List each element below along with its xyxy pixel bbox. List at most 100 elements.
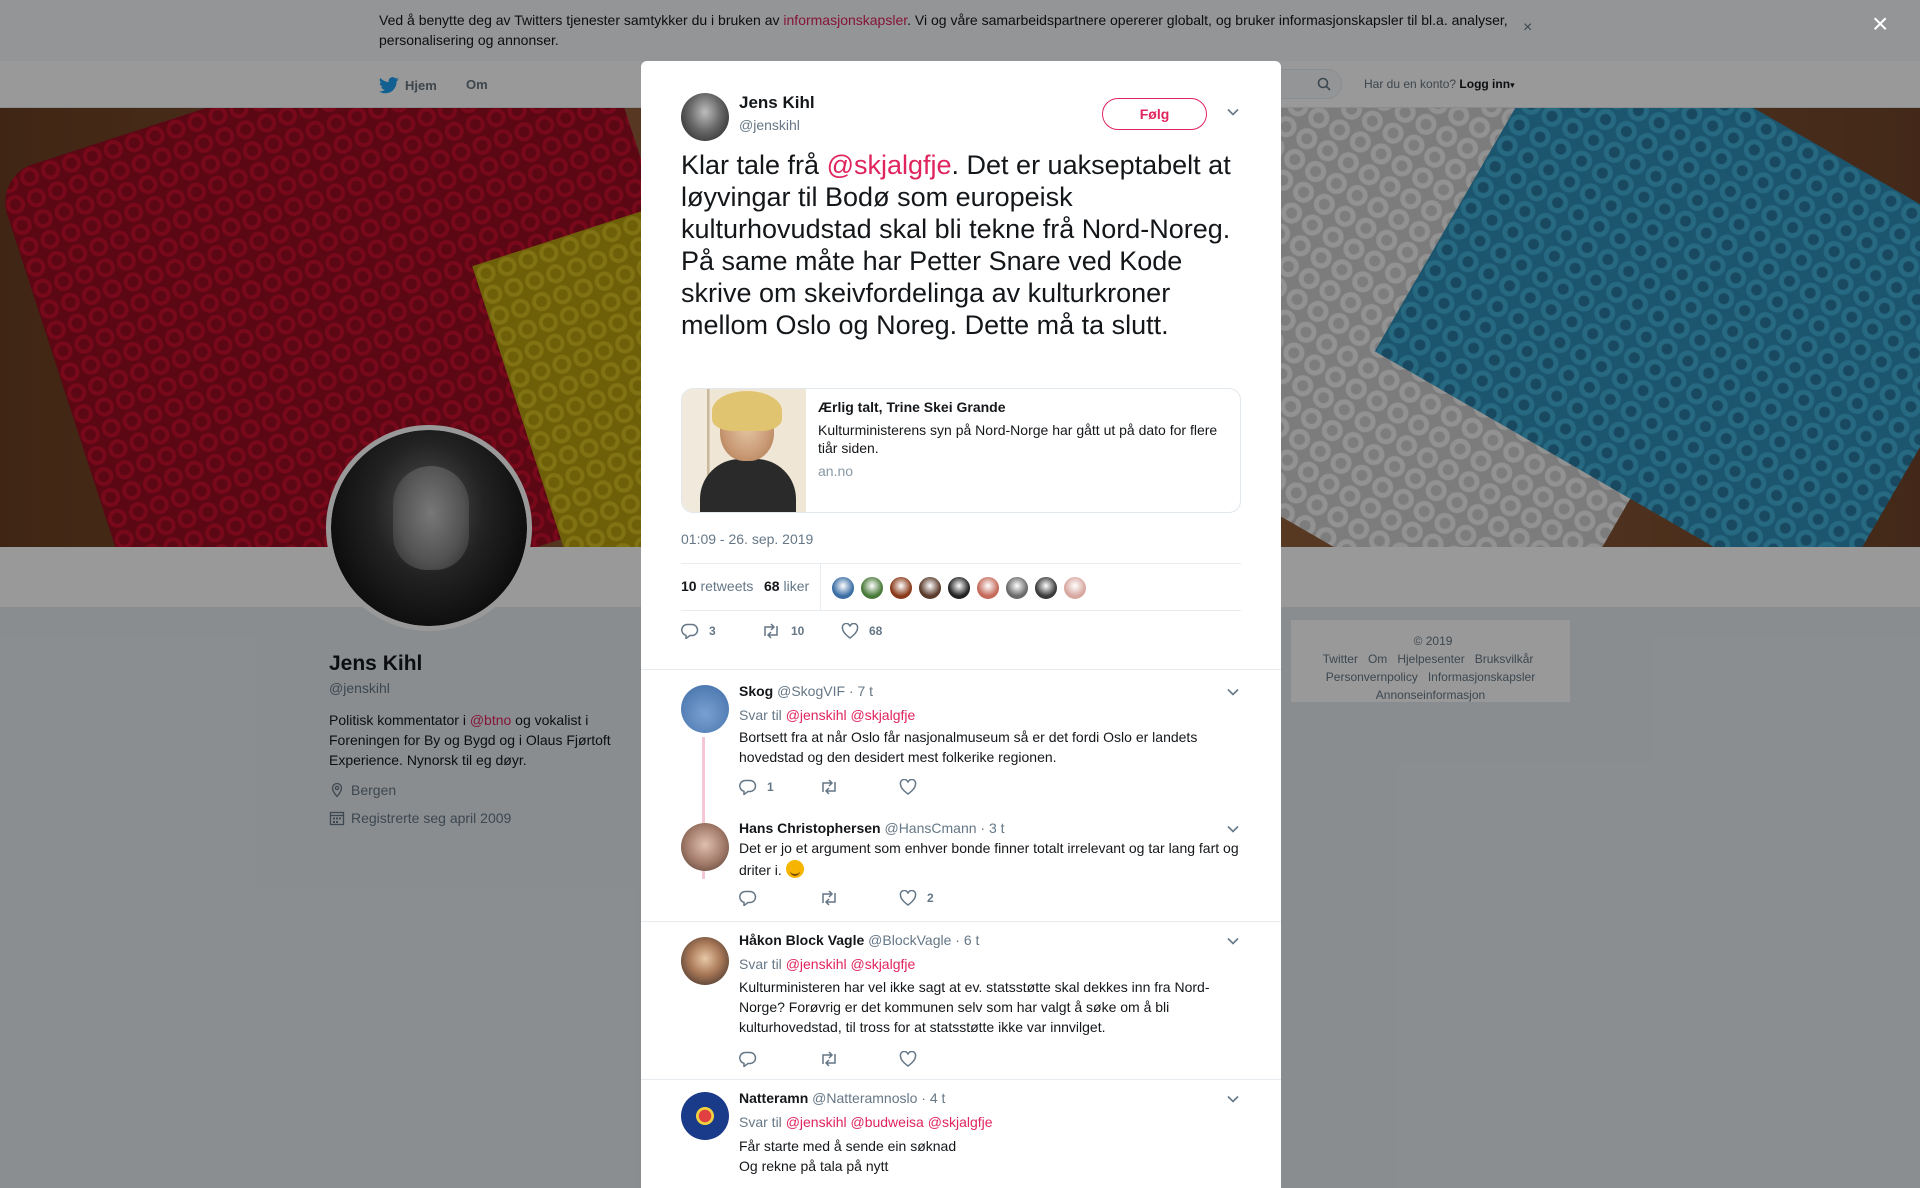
- reply-avatar[interactable]: [681, 937, 729, 985]
- reply-to-mention[interactable]: @skjalgfje: [850, 956, 915, 972]
- tweet-author-handle[interactable]: @jenskihl: [739, 117, 800, 133]
- reply-avatar[interactable]: [681, 1092, 729, 1140]
- liker-avatar[interactable]: [1005, 576, 1029, 600]
- card-description: Kulturministerens syn på Nord-Norge har …: [818, 422, 1218, 456]
- like-count: 2: [927, 891, 934, 905]
- reply-button[interactable]: [739, 1051, 819, 1067]
- reply-actions: 1: [739, 779, 979, 795]
- follow-button[interactable]: Følg: [1102, 98, 1207, 130]
- retweet-stat-count: 10: [681, 578, 697, 594]
- divider: [641, 669, 1281, 670]
- tweet-permalink-modal: Jens Kihl @jenskihl Følg Klar tale frå @…: [641, 61, 1281, 1188]
- reply-time[interactable]: · 3 t: [980, 820, 1004, 836]
- reply-text: Det er jo et argument som enhver bonde f…: [739, 837, 1251, 881]
- retweet-icon: [764, 623, 778, 639]
- reply-to-mention[interactable]: @jenskihl: [786, 1114, 847, 1130]
- reply-text: Får starte med å sende ein søknad Og rek…: [739, 1136, 1239, 1176]
- heart-icon: [899, 779, 917, 795]
- retweet-button[interactable]: [819, 779, 899, 795]
- reply-text: Bortsett fra at når Oslo får nasjonalmus…: [739, 729, 1198, 765]
- reply-button[interactable]: 1: [739, 779, 819, 795]
- like-stat-count: 68: [764, 578, 780, 594]
- reply-handle[interactable]: @SkogVIF: [777, 683, 845, 699]
- reply-icon: [739, 1051, 757, 1067]
- reply-to-mention[interactable]: @budweisa: [850, 1114, 923, 1130]
- reply-to-mention[interactable]: @skjalgfje: [928, 1114, 993, 1130]
- reply-handle[interactable]: @HansCmann: [884, 820, 976, 836]
- card-thumbnail-body: [700, 459, 796, 512]
- reply-name[interactable]: Håkon Block Vagle: [739, 932, 864, 948]
- card-thumbnail: [682, 389, 806, 512]
- reply-to-label: Svar til: [739, 956, 782, 972]
- chevron-down-icon[interactable]: [1226, 105, 1240, 119]
- link-preview-card[interactable]: Ærlig talt, Trine Skei Grande Kulturmini…: [681, 388, 1241, 513]
- reply-text-content: Det er jo et argument som enhver bonde f…: [739, 840, 1239, 878]
- reply-actions: [739, 1051, 979, 1067]
- chevron-down-icon[interactable]: [1226, 1092, 1240, 1106]
- liker-avatar[interactable]: [860, 576, 884, 600]
- reply-name[interactable]: Hans Christophersen: [739, 820, 881, 836]
- reply-icon: [681, 623, 699, 639]
- tweet-mention-link[interactable]: @skjalgfje: [827, 150, 952, 180]
- reply-count: 3: [709, 624, 716, 638]
- close-modal-button[interactable]: ×: [1872, 10, 1888, 38]
- reply-time[interactable]: · 6 t: [955, 932, 979, 948]
- reply-text-line: Og rekne på tala på nytt: [739, 1158, 889, 1174]
- reply-header: Hans Christophersen @HansCmann · 3 t: [739, 820, 1005, 836]
- like-button[interactable]: 68: [841, 623, 921, 639]
- reply-name[interactable]: Skog: [739, 683, 773, 699]
- retweet-button[interactable]: 10: [761, 623, 841, 639]
- chevron-down-icon[interactable]: [1226, 822, 1240, 836]
- reply-to-line: Svar til @jenskihl @skjalgfje: [739, 956, 915, 972]
- retweet-icon: [822, 890, 836, 906]
- tweet-author-name[interactable]: Jens Kihl: [739, 93, 815, 113]
- reply-handle[interactable]: @BlockVagle: [868, 932, 951, 948]
- retweet-stat-label: retweets: [700, 578, 754, 594]
- chevron-down-icon[interactable]: [1226, 685, 1240, 699]
- tweet-actions: 3 10 68: [681, 623, 921, 639]
- smiling-emoji-icon: [785, 860, 804, 878]
- reply-handle[interactable]: @Natteramnoslo: [812, 1090, 917, 1106]
- liker-avatar[interactable]: [976, 576, 1000, 600]
- card-title: Ærlig talt, Trine Skei Grande: [818, 399, 1006, 415]
- like-button[interactable]: [899, 1051, 979, 1067]
- retweet-button[interactable]: [819, 890, 899, 906]
- reply-text-line: Får starte med å sende ein søknad: [739, 1138, 957, 1154]
- reply-name[interactable]: Natteramn: [739, 1090, 808, 1106]
- liker-avatar[interactable]: [889, 576, 913, 600]
- liker-avatar[interactable]: [831, 576, 855, 600]
- reply-time[interactable]: · 7 t: [849, 683, 873, 699]
- retweet-count: 10: [791, 624, 805, 638]
- like-button[interactable]: 2: [899, 890, 979, 906]
- retweet-stat[interactable]: 10 retweets: [681, 578, 753, 594]
- reply-to-mention[interactable]: @skjalgfje: [850, 707, 915, 723]
- reply-avatar[interactable]: [681, 685, 729, 733]
- divider: [641, 1079, 1281, 1080]
- card-domain: an.no: [818, 463, 854, 479]
- reply-to-mention[interactable]: @jenskihl: [786, 707, 847, 723]
- tweet-author-avatar[interactable]: [681, 93, 729, 141]
- like-count: 68: [869, 624, 883, 638]
- like-stat[interactable]: 68 liker: [764, 578, 809, 594]
- reply-header: Håkon Block Vagle @BlockVagle · 6 t: [739, 932, 979, 948]
- reply-to-mention[interactable]: @jenskihl: [786, 956, 847, 972]
- tweet-timestamp[interactable]: 01:09 - 26. sep. 2019: [681, 531, 813, 547]
- reply-to-label: Svar til: [739, 1114, 782, 1130]
- retweet-icon: [822, 1051, 836, 1067]
- reply-icon: [739, 779, 757, 795]
- liker-avatar[interactable]: [1063, 576, 1087, 600]
- reply-button[interactable]: [739, 890, 819, 906]
- liker-avatar[interactable]: [918, 576, 942, 600]
- reply-button[interactable]: 3: [681, 623, 761, 639]
- stats-divider: [820, 564, 821, 610]
- retweet-button[interactable]: [819, 1051, 899, 1067]
- tweet-text: Klar tale frå @skjalgfje. Det er uaksept…: [681, 149, 1251, 341]
- like-button[interactable]: [899, 779, 979, 795]
- liker-avatar[interactable]: [1034, 576, 1058, 600]
- reply-time[interactable]: · 4 t: [921, 1090, 945, 1106]
- reply-text: Kulturministeren har vel ikke sagt at ev…: [739, 979, 1210, 1035]
- liker-avatar[interactable]: [947, 576, 971, 600]
- reply-avatar[interactable]: [681, 823, 729, 871]
- chevron-down-icon[interactable]: [1226, 934, 1240, 948]
- reply-to-line: Svar til @jenskihl @skjalgfje: [739, 707, 915, 723]
